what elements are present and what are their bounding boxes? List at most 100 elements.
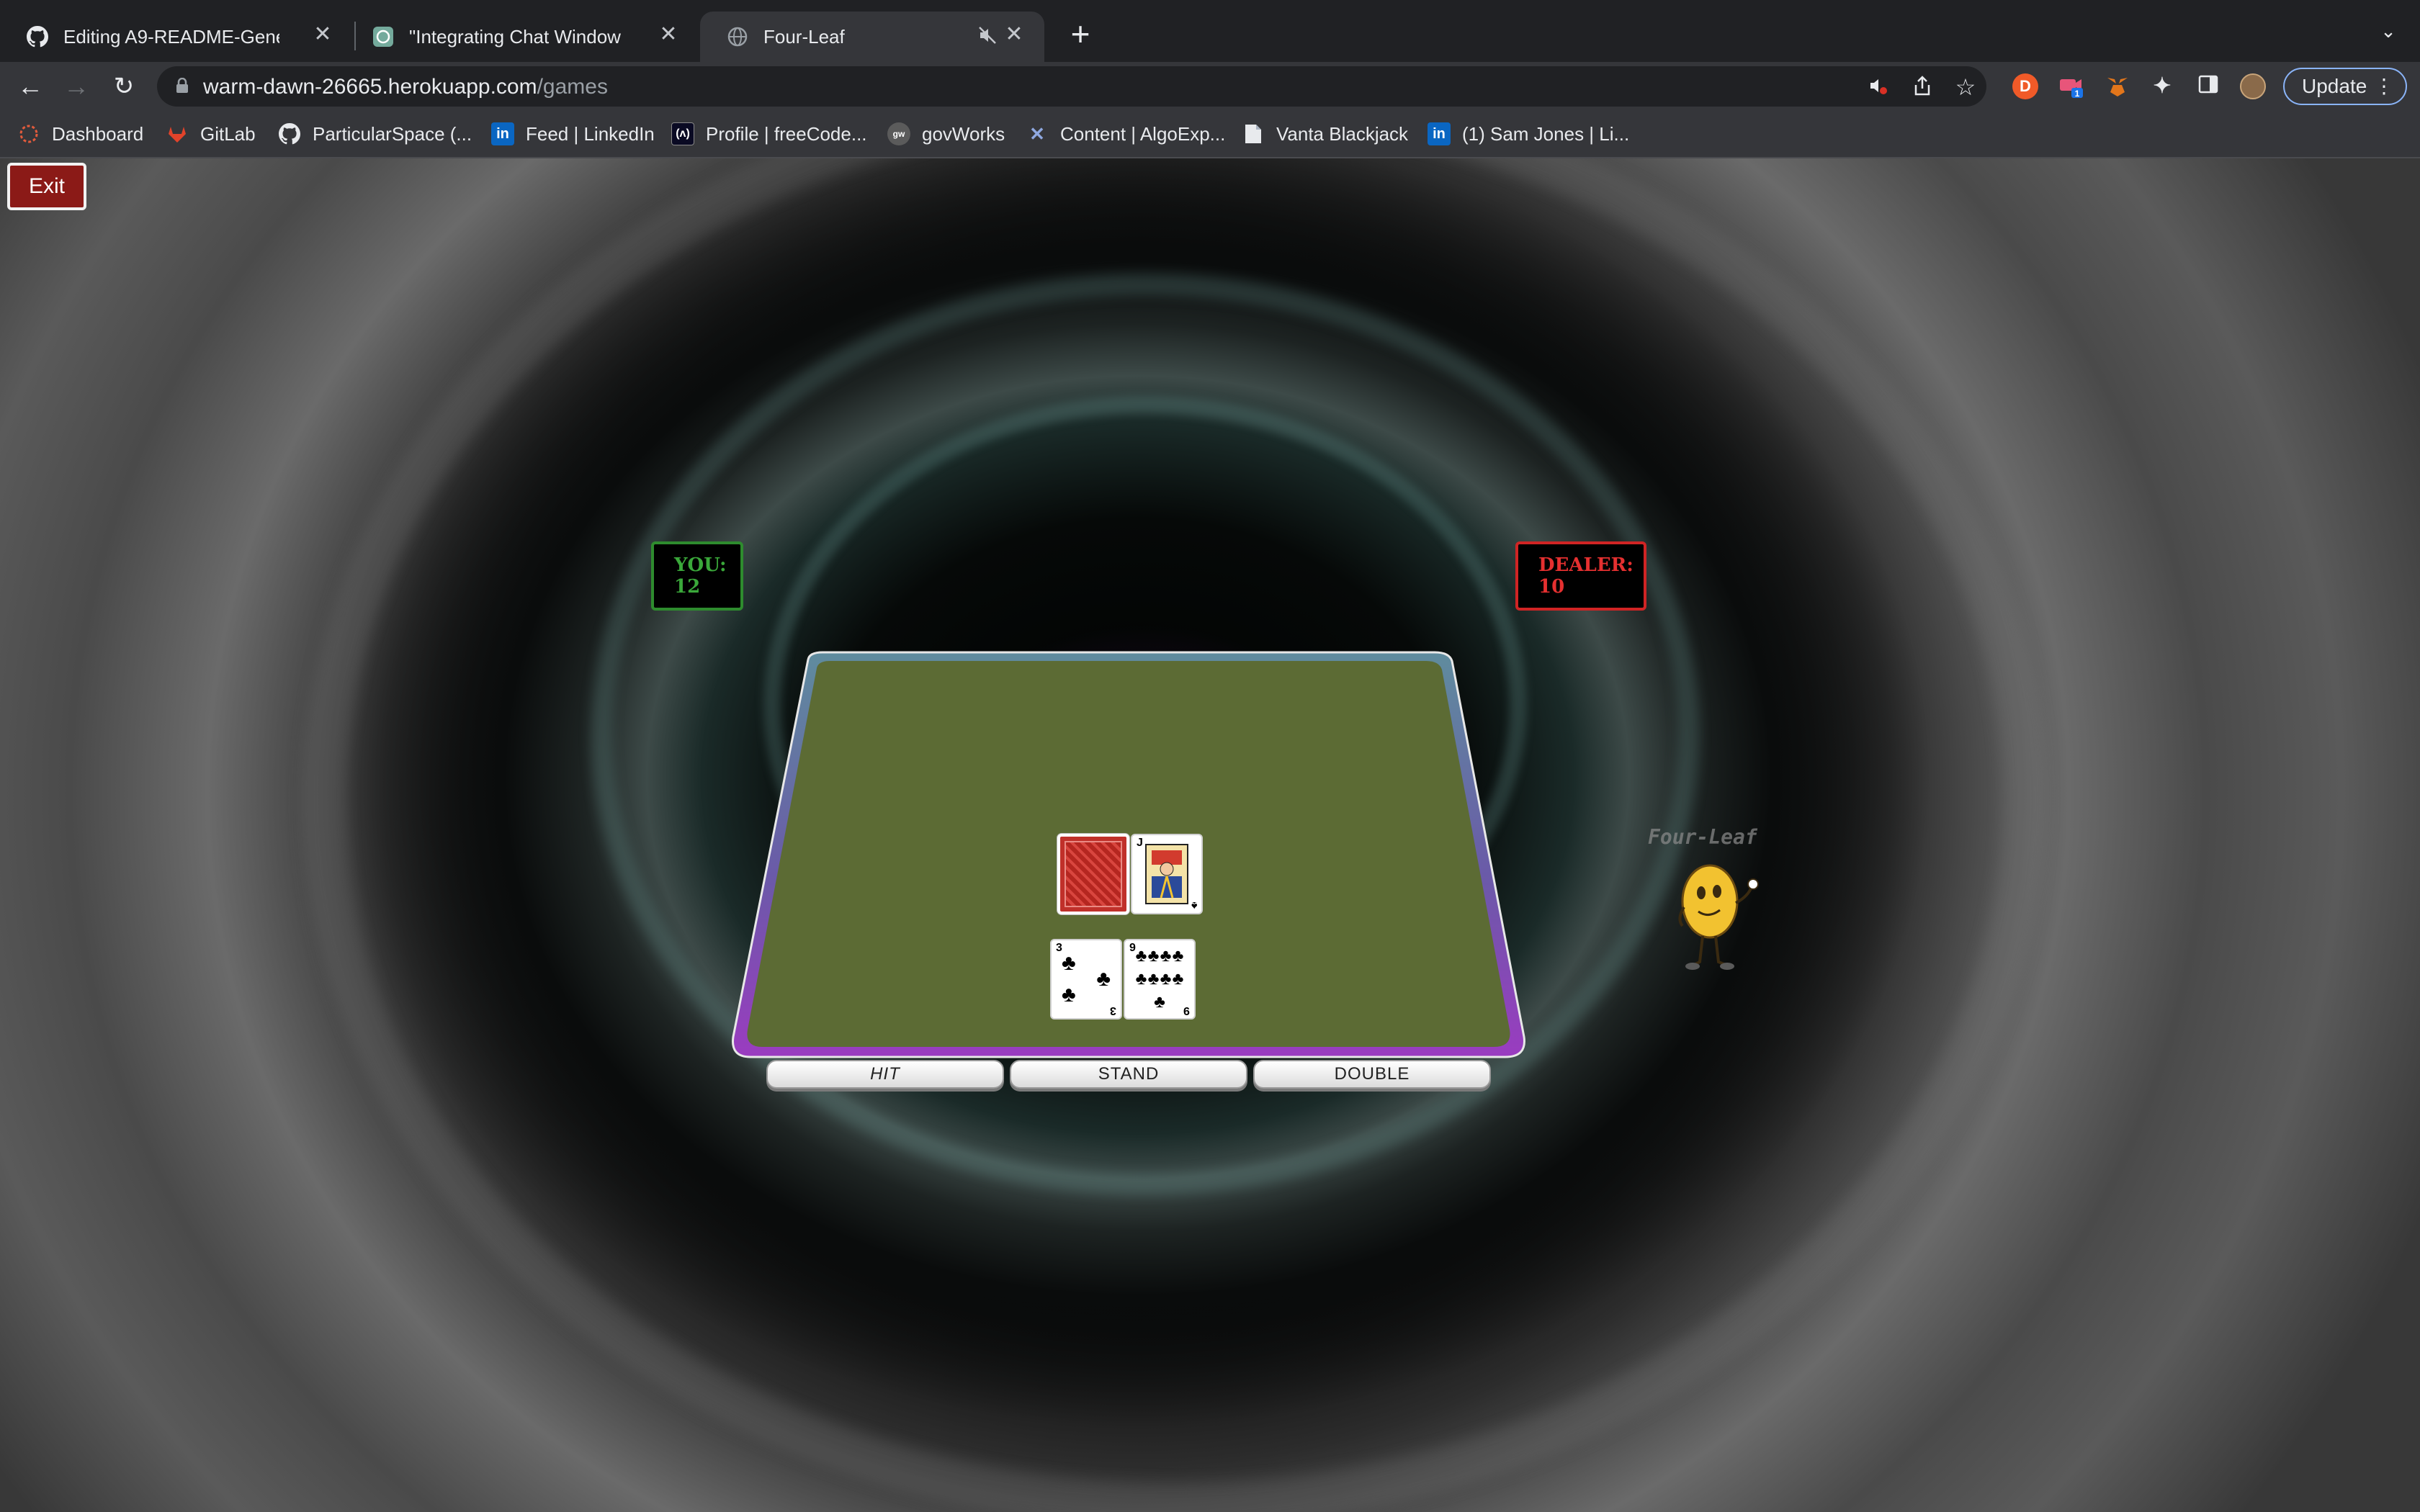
url-host: warm-dawn-26665.herokuapp.com xyxy=(203,75,537,99)
browser-toolbar: ← → ↻ warm-dawn-26665.herokuapp.com/game… xyxy=(0,62,2420,111)
bookmark-vanta-blackjack[interactable]: Vanta Blackjack xyxy=(1242,121,1408,147)
tab-editing-readme[interactable]: Editing A9-README-Generator ✕ xyxy=(0,12,353,62)
extension-video-icon[interactable]: 1 xyxy=(2058,73,2084,99)
card-rank-bottom: 9 xyxy=(1183,1004,1190,1017)
dealer-card-jack-spades: J ♠ xyxy=(1131,834,1203,914)
dealer-score-label: DEALER: xyxy=(1538,554,1634,576)
back-arrow-icon[interactable]: ← xyxy=(14,71,46,102)
card-pips: ♣ ♣ ♣ ♣ ♣ ♣ ♣ ♣ ♣ xyxy=(1135,948,1184,1011)
new-tab-button[interactable]: + xyxy=(1063,17,1098,52)
club-icon: ♣ xyxy=(1062,951,1076,975)
bookmark-dashboard[interactable]: Dashboard xyxy=(17,121,143,147)
hit-button[interactable]: HIT xyxy=(766,1060,1004,1089)
bookmark-label: govWorks xyxy=(922,122,1005,145)
close-tab-icon[interactable]: ✕ xyxy=(1003,23,1026,46)
update-button[interactable]: Update ⋮ xyxy=(2283,68,2407,105)
extension-orange-icon[interactable]: D xyxy=(2012,73,2038,99)
club-icon: ♣ xyxy=(1147,969,1160,989)
lock-icon xyxy=(176,78,188,93)
url-path: /games xyxy=(537,75,608,99)
club-icon: ♣ xyxy=(1147,946,1160,966)
player-score-box: YOU: 12 xyxy=(651,541,743,611)
tab-four-leaf[interactable]: Four-Leaf ✕ xyxy=(700,12,1044,62)
stand-button[interactable]: STAND xyxy=(1010,1060,1247,1089)
exit-button[interactable]: Exit xyxy=(7,163,86,210)
svg-text:1: 1 xyxy=(2075,89,2080,99)
bookmark-govworks[interactable]: gw govWorks xyxy=(887,121,1005,147)
bookmark-label: Dashboard xyxy=(52,122,144,145)
card-rank-bottom: 3 xyxy=(1110,1004,1116,1017)
profile-avatar[interactable] xyxy=(2240,73,2266,99)
dealer-score-value: 10 xyxy=(1538,576,1565,598)
bookmark-label: GitLab xyxy=(200,122,256,145)
game-page: Exit YOU: 12 DEALER: 10 J ♠ 3 ♣ ♣ ♣ 3 9 … xyxy=(0,158,2420,1512)
gitlab-icon xyxy=(166,122,189,145)
club-icon: ♣ xyxy=(1160,946,1172,966)
tab-title: Editing A9-README-Generator xyxy=(63,25,279,48)
bookmark-algoexpert[interactable]: ✕ Content | AlgoExp... xyxy=(1026,121,1225,147)
address-bar[interactable]: warm-dawn-26665.herokuapp.com/games ☆ xyxy=(157,66,1986,107)
forward-arrow-icon[interactable]: → xyxy=(60,71,92,102)
chatgpt-icon xyxy=(372,25,395,48)
player-card-9-clubs: 9 ♣ ♣ ♣ ♣ ♣ ♣ ♣ ♣ ♣ 9 xyxy=(1124,939,1196,1020)
bookmark-star-icon[interactable]: ☆ xyxy=(1953,75,1978,99)
double-button[interactable]: DOUBLE xyxy=(1253,1060,1491,1089)
card-suit: ♠ xyxy=(1191,899,1198,912)
tab-title: "Integrating Chat Window UI" xyxy=(409,25,625,48)
freecodecamp-icon: (ʌ) xyxy=(671,122,694,145)
dealer-card-facedown xyxy=(1057,834,1129,914)
tab-title: Four-Leaf xyxy=(763,25,845,48)
linkedin-icon: in xyxy=(491,122,514,145)
bookmark-label: Feed | LinkedIn xyxy=(526,122,655,145)
reload-icon[interactable]: ↻ xyxy=(108,71,140,102)
bookmark-label: Profile | freeCode... xyxy=(706,122,867,145)
url-text: warm-dawn-26665.herokuapp.com/games xyxy=(203,75,608,99)
close-tab-icon[interactable]: ✕ xyxy=(657,23,680,46)
club-icon: ♣ xyxy=(1160,969,1172,989)
bookmark-linkedin-feed[interactable]: in Feed | LinkedIn xyxy=(491,121,655,147)
more-menu-icon[interactable]: ⋮ xyxy=(2374,69,2394,104)
side-panel-icon[interactable] xyxy=(2195,73,2221,99)
puzzle-extensions-icon[interactable]: ✦ xyxy=(2149,73,2175,99)
bookmark-freecodecamp[interactable]: (ʌ) Profile | freeCode... xyxy=(671,121,867,147)
algoexpert-icon: ✕ xyxy=(1029,122,1045,145)
tab-search-chevron-icon[interactable]: ⌄ xyxy=(2377,20,2400,43)
linkedin-icon: in xyxy=(1428,122,1451,145)
update-label: Update xyxy=(2302,75,2367,97)
jack-face-icon xyxy=(1145,844,1188,904)
github-icon xyxy=(278,122,301,145)
bookmark-label: (1) Sam Jones | Li... xyxy=(1462,122,1630,145)
mascot-label: Four-Leaf xyxy=(1648,825,1757,849)
card-pips: ♣ ♣ ♣ xyxy=(1062,948,1111,1011)
bookmarks-bar: Dashboard GitLab ParticularSpace (... in… xyxy=(0,111,2420,158)
club-icon: ♣ xyxy=(1154,992,1165,1012)
club-icon: ♣ xyxy=(1172,969,1184,989)
bookmark-particularspace[interactable]: ParticularSpace (... xyxy=(278,121,472,147)
club-icon: ♣ xyxy=(1096,967,1111,991)
player-score-value: 12 xyxy=(674,576,701,598)
close-tab-icon[interactable]: ✕ xyxy=(311,23,334,46)
tab-integrating-chat[interactable]: "Integrating Chat Window UI" ✕ xyxy=(346,12,699,62)
github-icon xyxy=(26,25,49,48)
dashboard-icon xyxy=(17,122,40,145)
card-back-pattern xyxy=(1065,841,1122,907)
metamask-fox-icon[interactable] xyxy=(2105,73,2130,99)
player-card-3-clubs: 3 ♣ ♣ ♣ 3 xyxy=(1050,939,1122,1020)
globe-icon xyxy=(726,25,749,48)
bookmark-sam-jones-linkedin[interactable]: in (1) Sam Jones | Li... xyxy=(1428,121,1629,147)
club-icon: ♣ xyxy=(1172,946,1184,966)
tab-strip: Editing A9-README-Generator ✕ "Integrati… xyxy=(0,0,2420,62)
muted-speaker-icon[interactable] xyxy=(977,24,998,46)
player-score-label: YOU: xyxy=(674,554,727,576)
share-icon[interactable] xyxy=(1910,75,1935,99)
bookmark-label: Content | AlgoExp... xyxy=(1060,122,1226,145)
dealer-score-box: DEALER: 10 xyxy=(1515,541,1646,611)
sound-blocked-icon[interactable] xyxy=(1865,75,1890,99)
blackjack-table: J ♠ 3 ♣ ♣ ♣ 3 9 ♣ ♣ ♣ ♣ ♣ ♣ ♣ ♣ ♣ 9 HIT … xyxy=(729,648,1528,1089)
document-icon xyxy=(1242,122,1265,145)
bookmark-label: ParticularSpace (... xyxy=(313,122,472,145)
club-icon: ♣ xyxy=(1135,946,1147,966)
bookmark-gitlab[interactable]: GitLab xyxy=(166,121,256,147)
bookmark-label: Vanta Blackjack xyxy=(1276,122,1409,145)
card-face xyxy=(1142,842,1191,906)
